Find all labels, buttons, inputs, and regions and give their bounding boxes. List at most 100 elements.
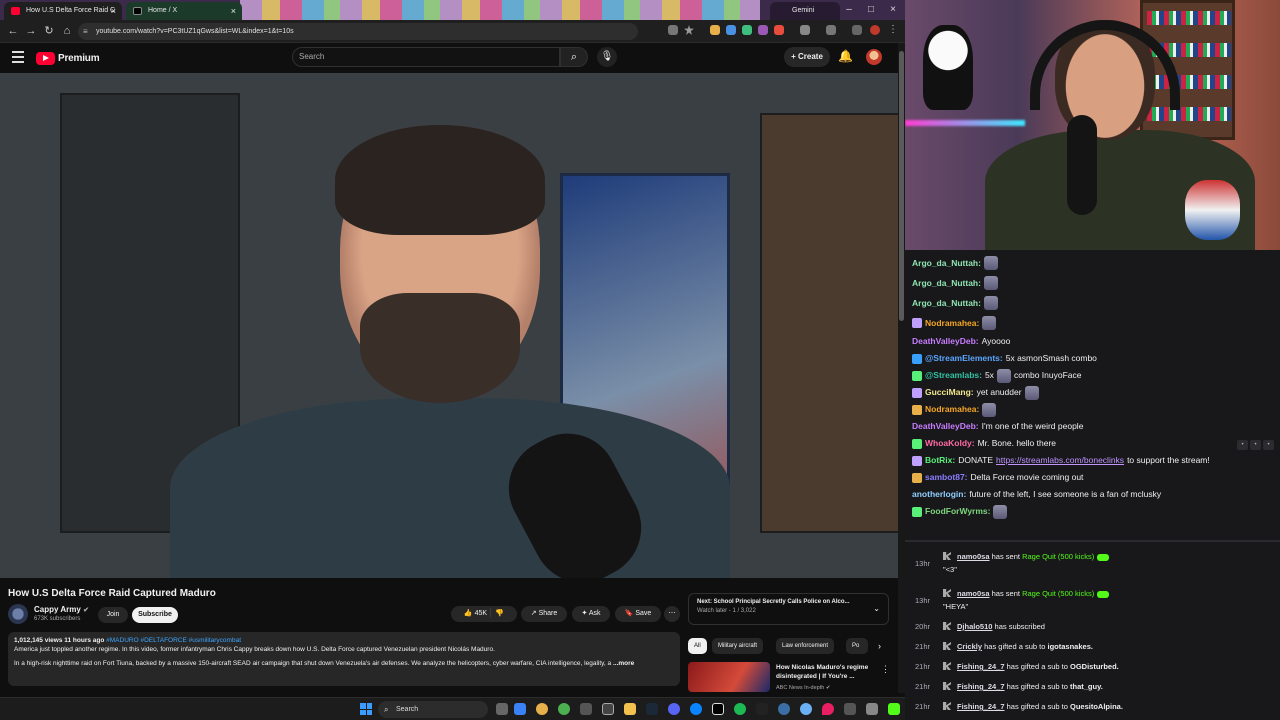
chat-username[interactable]: @StreamElements: [925,350,1003,367]
chat-username[interactable]: DeathValleyDeb: [912,418,979,435]
ask-button[interactable]: ✦ Ask [572,606,610,622]
create-button[interactable]: + Create [784,47,830,67]
download-icon[interactable] [852,25,862,35]
suggested-video-thumbnail[interactable] [688,662,770,692]
app-icon[interactable] [712,703,724,715]
chat-username[interactable]: Argo_da_Nuttah: [912,274,981,292]
chat-username[interactable]: GucciMang: [925,384,974,401]
profile-avatar[interactable] [870,25,880,35]
channel-name[interactable]: Cappy Army ✔ [34,605,89,614]
extension-icon[interactable] [726,25,736,35]
app-icon[interactable] [514,703,526,715]
close-tab-icon[interactable]: × [231,2,236,20]
event-username[interactable]: Fishing_24_7 [957,662,1005,671]
suggested-video-title[interactable]: How Nicolas Maduro's regime disintegrate… [776,663,880,681]
subscribe-button[interactable]: Subscribe [132,607,178,623]
extension-icon[interactable] [758,25,768,35]
join-button[interactable]: Join [98,607,128,623]
chat-username[interactable]: Argo_da_Nuttah: [912,294,981,312]
extension-icon[interactable] [742,25,752,35]
extension-icon[interactable] [710,25,720,35]
event-target[interactable]: igotasnakes. [1048,642,1093,651]
app-icon[interactable] [602,703,614,715]
chat-username[interactable]: Nodramahea: [925,314,979,332]
share-button[interactable]: ↗ Share [521,606,567,622]
sidebar-icon[interactable] [826,25,836,35]
hashtags[interactable]: #MADURO #DELTAFORCE #usmilitarycombat [106,637,241,644]
save-button[interactable]: 🔖 Save [615,606,661,622]
site-info-icon[interactable]: ≡ [83,23,88,40]
search-input[interactable]: Search [292,47,560,67]
back-icon[interactable]: ← [6,24,20,38]
like-button[interactable]: 👍 45K [464,610,487,617]
chat-username[interactable]: BotRix: [925,452,955,469]
event-target[interactable]: QuesitoAlpina. [1070,702,1123,711]
chip-po[interactable]: Po [846,638,868,654]
reply-icon[interactable]: • [1250,440,1261,450]
event-username[interactable]: Djhalo510 [957,622,992,631]
close-tab-icon[interactable]: × [111,2,116,20]
more-actions-icon[interactable]: ⋮ [881,664,890,675]
app-icon[interactable] [800,703,812,715]
chat-username[interactable]: anotherlogin: [912,486,966,503]
event-username[interactable]: Fishing_24_7 [957,682,1005,691]
bookmark-star-icon[interactable] [684,25,694,35]
event-username[interactable]: namo0sa [957,589,990,598]
delete-icon[interactable]: • [1263,440,1274,450]
file-explorer-icon[interactable] [624,703,636,715]
chevron-down-icon[interactable]: ⌄ [873,604,880,613]
notifications-bell-icon[interactable]: 🔔 [838,49,853,63]
chat-username[interactable]: DeathValleyDeb: [912,333,979,350]
browser-menu-icon[interactable]: ⋮ [888,25,898,35]
chat-username[interactable]: Argo_da_Nuttah: [912,254,981,272]
close-window-icon[interactable]: × [882,0,904,20]
event-target[interactable]: OGDisturbed. [1070,662,1119,671]
snipping-tool-icon[interactable] [844,703,856,715]
hamburger-menu-icon[interactable] [12,51,24,63]
search-icon[interactable]: ⌕ [560,47,588,67]
app-icon[interactable] [580,703,592,715]
pin-icon[interactable]: • [1237,440,1248,450]
minimize-icon[interactable]: – [838,0,860,20]
event-target[interactable]: that_guy. [1070,682,1103,691]
channel-avatar[interactable] [8,604,28,624]
maps-pin-icon[interactable] [822,703,834,715]
more-link[interactable]: ...more [613,660,634,667]
app-icon[interactable] [866,703,878,715]
microphone-icon[interactable]: 🎙 [597,47,617,67]
task-view-icon[interactable] [496,703,508,715]
chevron-right-icon[interactable]: › [872,638,887,654]
spotify-icon[interactable] [734,703,746,715]
maximize-icon[interactable]: □ [860,0,882,20]
chat-username[interactable]: Nodramahea: [925,401,979,418]
page-scrollbar[interactable] [898,43,905,693]
kick-icon[interactable] [888,703,900,715]
chat-link[interactable]: https://streamlabs.com/boneclinks [996,452,1124,469]
event-username[interactable]: namo0sa [957,552,990,561]
taskbar-search-input[interactable]: ⌕ Search [378,701,488,718]
avatar[interactable] [866,49,882,65]
steam-icon[interactable] [646,703,658,715]
more-actions-icon[interactable]: ⋯ [664,606,680,622]
event-username[interactable]: Fishing_24_7 [957,702,1005,711]
event-username[interactable]: Crickly [957,642,982,651]
extension-icon[interactable] [774,25,784,35]
home-icon[interactable]: ⌂ [60,24,74,38]
edge-icon[interactable] [690,703,702,715]
cast-icon[interactable] [668,25,678,35]
tab-x[interactable]: Home / X × [126,2,242,20]
chat-username[interactable]: WhoaKoldy: [925,435,975,452]
app-icon[interactable] [558,703,570,715]
discord-icon[interactable] [668,703,680,715]
forward-icon[interactable]: → [24,24,38,38]
video-description[interactable]: 1,012,145 views 11 hours ago #MADURO #DE… [8,632,680,686]
chat-username[interactable]: @Streamlabs: [925,367,982,384]
chip-all[interactable]: All [688,638,707,654]
youtube-logo[interactable]: Premium [36,51,100,65]
up-next-panel[interactable]: Next: School Principal Secretly Calls Po… [688,593,889,625]
chat-username[interactable]: FoodForWyrms: [925,503,990,520]
chrome-icon[interactable] [536,703,548,715]
app-icon[interactable] [756,703,768,715]
chat-username[interactable]: sambot87: [925,469,968,486]
tab-gemini[interactable]: Gemini [770,2,840,20]
